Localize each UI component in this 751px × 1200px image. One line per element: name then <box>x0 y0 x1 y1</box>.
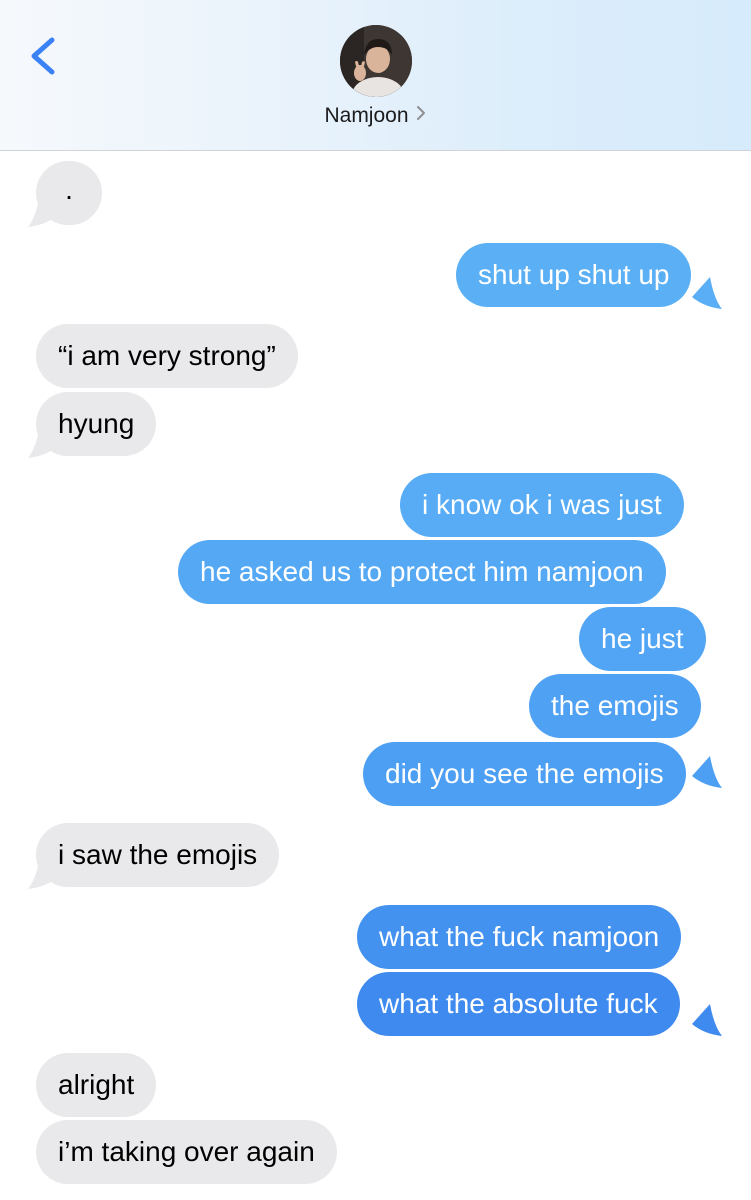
message-bubble-outgoing[interactable]: i know ok i was just <box>400 473 684 537</box>
message-bubble-outgoing[interactable]: the emojis <box>529 674 701 738</box>
outgoing-tail <box>692 277 722 309</box>
message-bubble-incoming[interactable]: hyung <box>36 392 157 456</box>
outgoing-tail <box>692 756 722 788</box>
contact-name: Namjoon <box>324 104 409 127</box>
contact-name-button[interactable]: Namjoon <box>0 104 751 128</box>
back-button[interactable] <box>24 30 64 82</box>
message-bubble-incoming[interactable]: . <box>36 161 102 225</box>
message-thread: . shut up shut up “i am very strong” hyu… <box>0 151 751 1200</box>
message-bubble-outgoing[interactable]: did you see the emojis <box>363 742 686 806</box>
contact-avatar[interactable] <box>340 25 412 97</box>
chevron-right-icon <box>415 104 427 128</box>
message-bubble-outgoing[interactable]: he asked us to protect him namjoon <box>178 540 666 604</box>
message-bubble-outgoing[interactable]: he just <box>579 607 706 671</box>
chevron-left-icon <box>31 37 55 75</box>
message-bubble-incoming[interactable]: “i am very strong” <box>36 324 298 388</box>
message-bubble-incoming[interactable]: alright <box>36 1053 157 1117</box>
message-bubble-outgoing[interactable]: what the absolute fuck <box>357 972 680 1036</box>
avatar-photo <box>340 25 412 97</box>
message-bubble-outgoing[interactable]: shut up shut up <box>456 243 692 307</box>
message-bubble-incoming[interactable]: i saw the emojis <box>36 823 280 887</box>
conversation-header: Namjoon <box>0 0 751 151</box>
outgoing-tail <box>692 1004 722 1036</box>
message-bubble-incoming[interactable]: i’m taking over again <box>36 1120 337 1184</box>
message-bubble-outgoing[interactable]: what the fuck namjoon <box>357 905 682 969</box>
